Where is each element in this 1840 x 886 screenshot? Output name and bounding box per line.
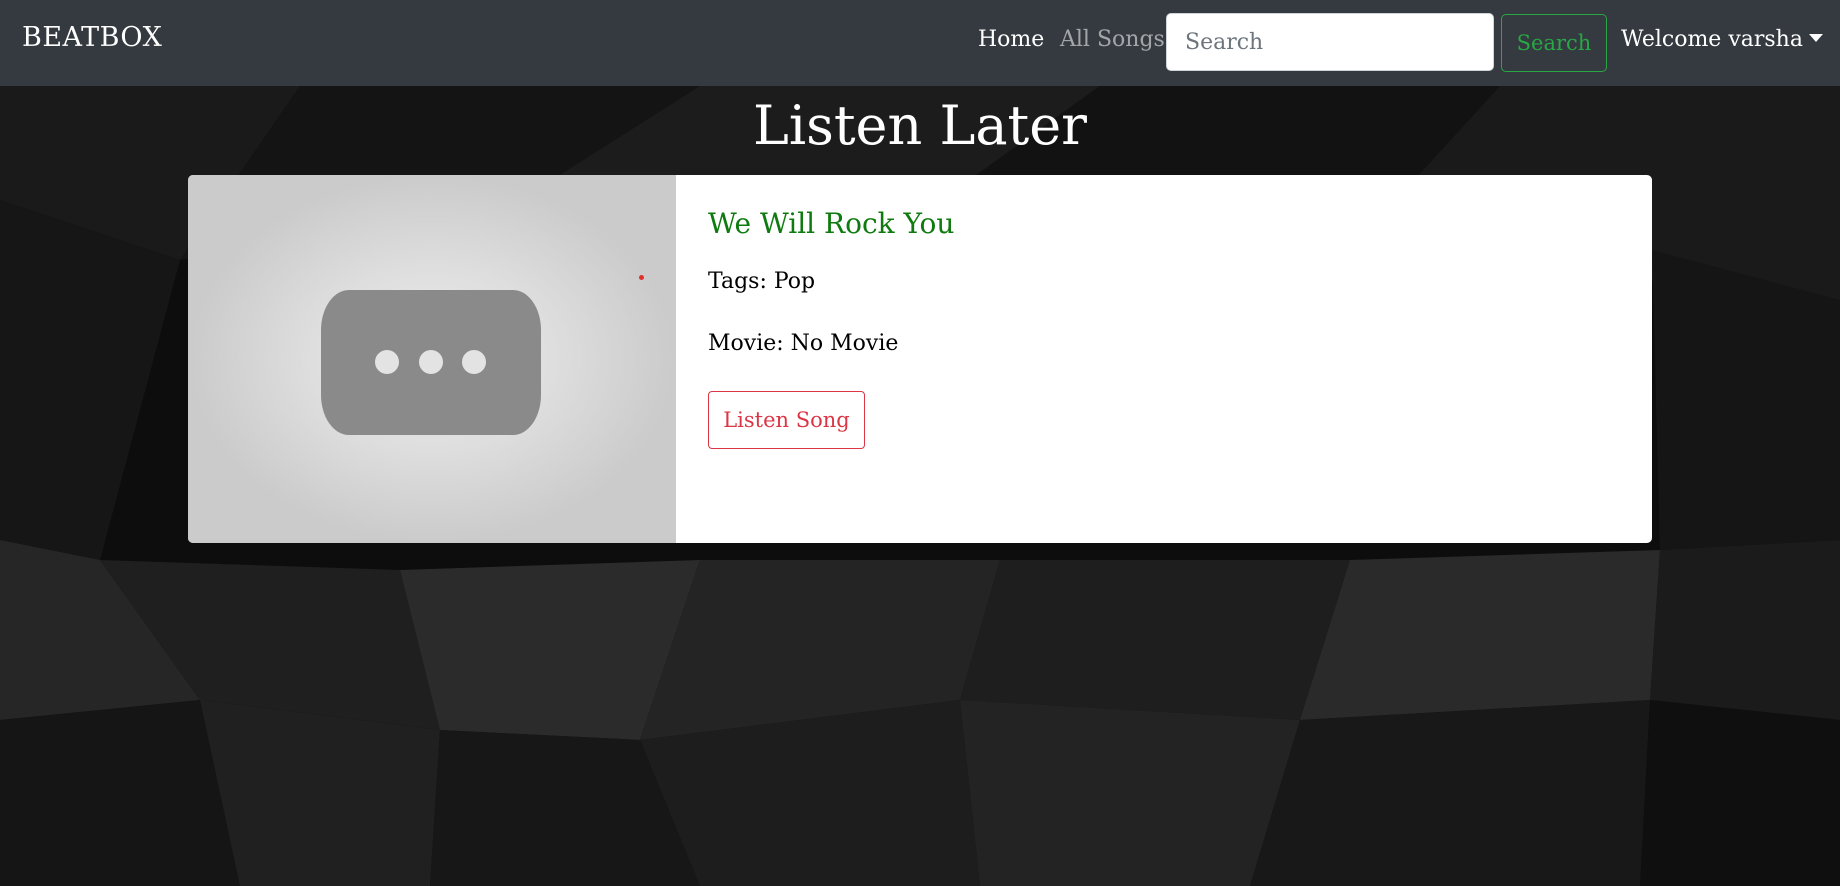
video-placeholder-icon (321, 290, 541, 435)
song-card-body: We Will Rock You Tags: Pop Movie: No Mov… (708, 175, 1608, 543)
red-dot-marker (639, 275, 644, 280)
movie-label: Movie: (708, 331, 784, 356)
user-menu-label: Welcome varsha (1621, 27, 1803, 52)
caret-down-icon (1808, 34, 1823, 42)
song-movie: Movie: No Movie (708, 331, 898, 356)
dot-icon (375, 350, 399, 374)
movie-value: No Movie (790, 331, 899, 356)
song-tags: Tags: Pop (708, 269, 815, 294)
tags-value: Pop (773, 269, 816, 294)
top-navbar: BEATBOX Home All Songs Search Welcome va… (0, 0, 1840, 86)
dot-icon (419, 350, 443, 374)
search-button[interactable]: Search (1501, 14, 1607, 72)
nav-link-home[interactable]: Home (978, 27, 1044, 52)
dot-icon (462, 350, 486, 374)
user-menu-dropdown[interactable]: Welcome varsha (1621, 27, 1823, 52)
page-title: Listen Later (753, 94, 1087, 157)
song-card: We Will Rock You Tags: Pop Movie: No Mov… (188, 175, 1652, 543)
song-title: We Will Rock You (708, 207, 955, 240)
nav-link-all-songs[interactable]: All Songs (1060, 27, 1165, 52)
tags-label: Tags: (708, 269, 767, 294)
listen-song-button[interactable]: Listen Song (708, 391, 865, 449)
search-input[interactable] (1166, 13, 1494, 71)
song-thumbnail (188, 175, 676, 543)
brand-logo[interactable]: BEATBOX (22, 22, 162, 53)
